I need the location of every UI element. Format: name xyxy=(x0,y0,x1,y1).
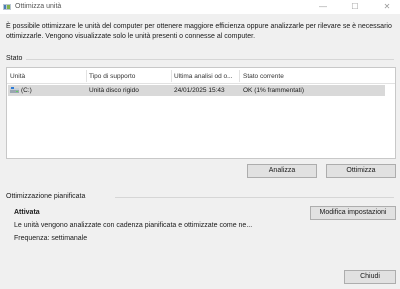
status-section-label: Stato xyxy=(6,55,23,62)
drive-name: (C:) xyxy=(21,87,32,94)
column-separator[interactable] xyxy=(239,70,240,82)
maximize-button[interactable]: ☐ xyxy=(344,0,366,14)
minimize-button[interactable]: — xyxy=(312,0,334,14)
media-type: Unità disco rigido xyxy=(89,87,139,94)
column-separator[interactable] xyxy=(171,70,172,82)
analyze-button[interactable]: Analizza xyxy=(247,164,317,178)
title-bar: Ottimizza unità — ☐ ✕ xyxy=(0,0,400,14)
scheduled-section-label: Ottimizzazione pianificata xyxy=(6,193,86,200)
status-divider xyxy=(26,59,394,60)
schedule-frequency: Frequenza: settimanale xyxy=(14,235,88,242)
close-button[interactable]: Chiudi xyxy=(344,270,396,284)
column-header-media-type[interactable]: Tipo di supporto xyxy=(89,73,135,80)
window-title: Ottimizza unità xyxy=(15,3,62,10)
column-header-last-run[interactable]: Ultima analisi od o... xyxy=(174,73,233,80)
footer-bar: Chiudi xyxy=(0,262,400,289)
last-run: 24/01/2025 15:43 xyxy=(174,87,225,94)
hard-drive-icon xyxy=(10,87,19,93)
column-header-drive[interactable]: Unità xyxy=(10,73,25,80)
optimize-button[interactable]: Ottimizza xyxy=(326,164,396,178)
defrag-app-icon xyxy=(3,4,11,10)
change-settings-button[interactable]: Modifica impostazioni xyxy=(310,206,396,220)
close-window-button[interactable]: ✕ xyxy=(376,0,398,14)
drives-list-header: Unità Tipo di supporto Ultima analisi od… xyxy=(7,68,395,84)
column-separator[interactable] xyxy=(86,70,87,82)
scheduled-divider xyxy=(115,197,394,198)
table-row[interactable]: (C:) Unità disco rigido 24/01/2025 15:43… xyxy=(8,85,385,96)
description-text: È possibile ottimizzare le unità del com… xyxy=(6,23,392,40)
current-status: OK (1% frammentati) xyxy=(243,87,305,94)
schedule-state: Attivata xyxy=(14,209,40,216)
drives-list[interactable]: Unità Tipo di supporto Ultima analisi od… xyxy=(6,67,396,159)
column-header-status[interactable]: Stato corrente xyxy=(243,73,284,80)
schedule-detail: Le unità vengono analizzate con cadenza … xyxy=(14,222,253,229)
